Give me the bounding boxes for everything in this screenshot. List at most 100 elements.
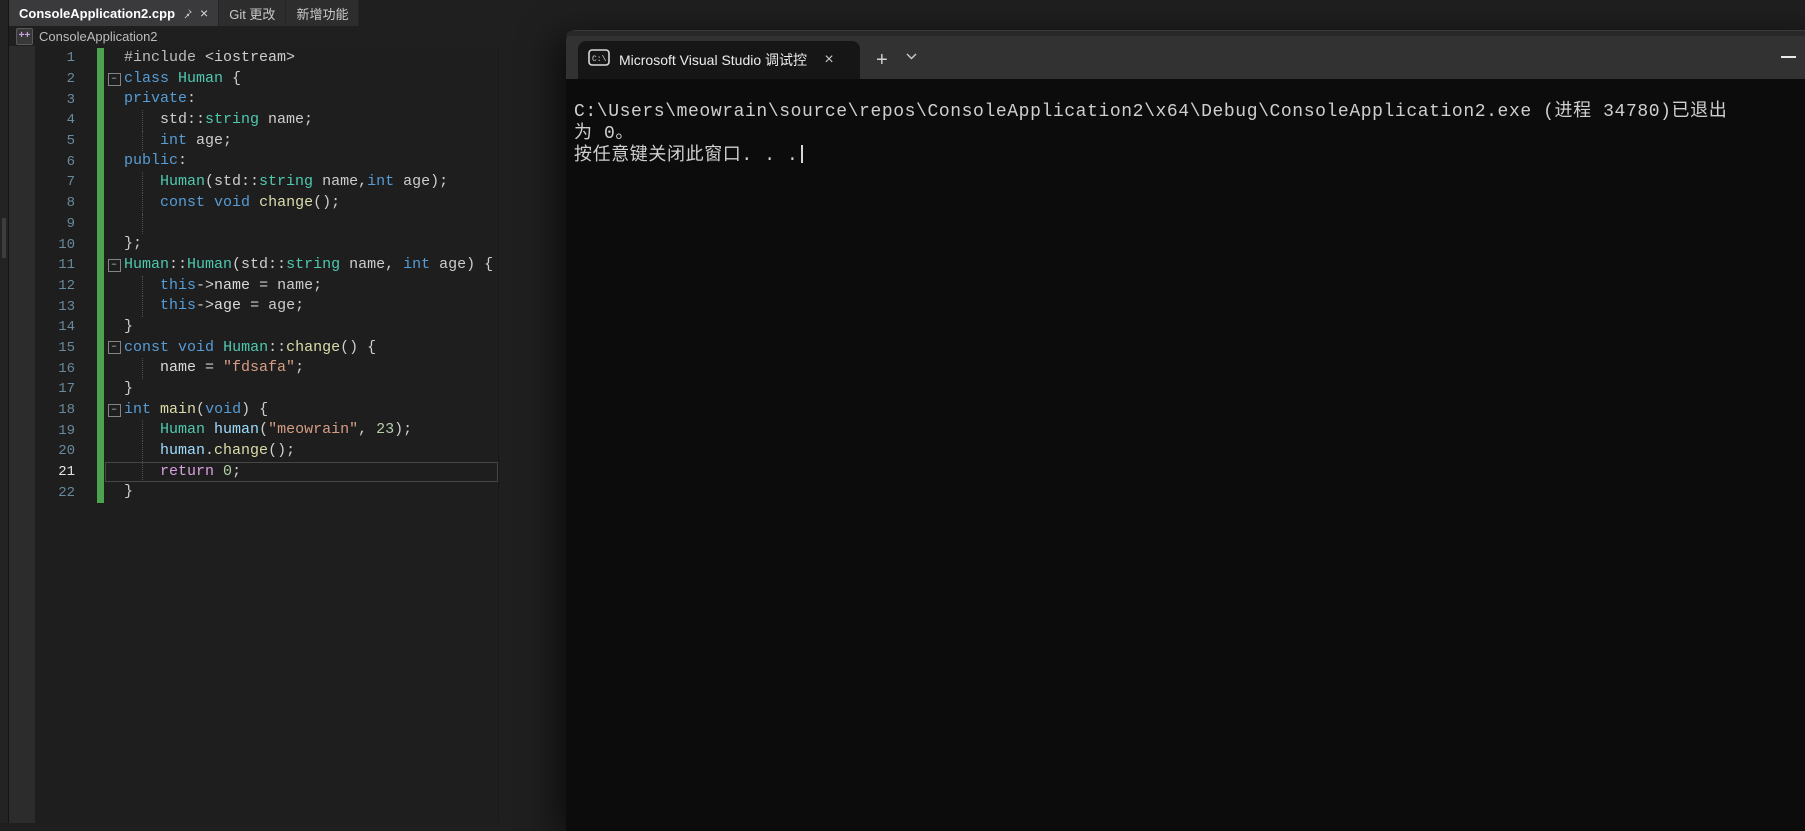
code-line[interactable]: 13 this->age = age; <box>9 296 498 317</box>
code-line[interactable]: 16 name = "fdsafa"; <box>9 358 498 379</box>
close-icon[interactable]: × <box>200 6 208 20</box>
line-number: 15 <box>9 340 75 356</box>
terminal-line: 按任意键关闭此窗口. . . <box>574 145 1805 167</box>
change-indicator <box>97 48 104 69</box>
line-number: 6 <box>9 154 75 170</box>
code-line[interactable]: 4 std::string name; <box>9 110 498 131</box>
change-indicator <box>97 131 104 152</box>
change-indicator <box>97 400 104 421</box>
code-text: class Human { <box>124 69 241 90</box>
indent-guide <box>142 276 143 297</box>
code-line[interactable]: 15 −const void Human::change() { <box>9 338 498 359</box>
line-number: 8 <box>9 195 75 211</box>
indent-guide <box>142 131 143 152</box>
minimize-button[interactable] <box>1781 52 1796 61</box>
line-number: 18 <box>9 402 75 418</box>
line-number: 7 <box>9 174 75 190</box>
fold-toggle[interactable]: − <box>104 73 124 86</box>
line-number: 13 <box>9 299 75 315</box>
scrollbar-thumb[interactable] <box>2 218 6 258</box>
chevron-down-icon[interactable] <box>906 47 917 65</box>
tab-label: Git 更改 <box>229 4 275 23</box>
line-number: 9 <box>9 216 75 232</box>
change-indicator <box>97 296 104 317</box>
code-line[interactable]: 19 Human human("meowrain", 23); <box>9 420 498 441</box>
code-line[interactable]: 18 −int main(void) { <box>9 400 498 421</box>
fold-collapse-icon[interactable]: − <box>108 73 121 86</box>
code-text: int main(void) { <box>124 400 268 421</box>
editor-minimap[interactable] <box>498 46 567 823</box>
new-tab-button[interactable]: + <box>876 50 888 70</box>
change-indicator <box>97 462 104 483</box>
line-number: 10 <box>9 237 75 253</box>
change-indicator <box>97 172 104 193</box>
fold-toggle[interactable]: − <box>104 404 124 417</box>
line-number: 4 <box>9 112 75 128</box>
line-number: 19 <box>9 423 75 439</box>
close-icon[interactable]: × <box>820 52 838 68</box>
code-line[interactable]: 7 Human(std::string name,int age); <box>9 172 498 193</box>
terminal-tab-title: Microsoft Visual Studio 调试控 <box>619 50 811 70</box>
indent-guide <box>142 358 143 379</box>
code-line[interactable]: 5 int age; <box>9 131 498 152</box>
fold-collapse-icon[interactable]: − <box>108 259 121 272</box>
terminal-window[interactable]: C:\ Microsoft Visual Studio 调试控 × + C:\U… <box>566 30 1805 831</box>
code-line[interactable]: 17} <box>9 379 498 400</box>
tab-label: ConsoleApplication2.cpp <box>19 6 175 21</box>
code-text: const void Human::change() { <box>124 338 376 359</box>
change-indicator <box>97 110 104 131</box>
code-line[interactable]: 1#include <iostream> <box>9 48 498 69</box>
code-text: } <box>124 379 133 400</box>
line-number: 22 <box>9 485 75 501</box>
change-indicator <box>97 420 104 441</box>
code-text: Human(std::string name,int age); <box>124 172 448 193</box>
code-text: public: <box>124 151 187 172</box>
tab-new-features[interactable]: 新增功能 <box>286 0 359 26</box>
code-text: this->name = name; <box>124 276 322 297</box>
code-line[interactable]: 8 const void change(); <box>9 193 498 214</box>
pin-icon[interactable] <box>182 8 193 19</box>
terminal-tab-debug-console[interactable]: C:\ Microsoft Visual Studio 调试控 × <box>578 41 860 79</box>
fold-toggle[interactable]: − <box>104 341 124 354</box>
fold-collapse-icon[interactable]: − <box>108 341 121 354</box>
indent-guide <box>142 441 143 462</box>
code-text: this->age = age; <box>124 296 304 317</box>
indent-guide <box>142 110 143 131</box>
line-number: 2 <box>9 71 75 87</box>
code-text: const void change(); <box>124 193 340 214</box>
terminal-tabbar: C:\ Microsoft Visual Studio 调试控 × + <box>566 31 1805 79</box>
change-indicator <box>97 358 104 379</box>
code-line[interactable]: 9 <box>9 214 498 235</box>
code-line[interactable]: 20 human.change(); <box>9 441 498 462</box>
code-line[interactable]: 14} <box>9 317 498 338</box>
tab-consoleapplication2-cpp[interactable]: ConsoleApplication2.cpp × <box>9 0 219 26</box>
code-line[interactable]: 10}; <box>9 234 498 255</box>
line-number: 21 <box>9 464 75 480</box>
code-line[interactable]: 2 −class Human { <box>9 69 498 90</box>
change-indicator <box>97 214 104 235</box>
line-number: 11 <box>9 257 75 273</box>
change-indicator <box>97 482 104 503</box>
tab-label: 新增功能 <box>296 4 348 23</box>
change-indicator <box>97 234 104 255</box>
code-line[interactable]: 22} <box>9 482 498 503</box>
code-text: } <box>124 317 133 338</box>
code-line[interactable]: 21 return 0; <box>9 462 498 483</box>
terminal-line: 为 0。 <box>574 123 1805 145</box>
svg-text:C:\: C:\ <box>592 55 607 64</box>
line-number: 16 <box>9 361 75 377</box>
code-text: #include <iostream> <box>124 48 295 69</box>
code-text: name = "fdsafa"; <box>124 358 304 379</box>
text-cursor <box>801 145 803 163</box>
tab-git-changes[interactable]: Git 更改 <box>219 0 286 26</box>
code-line[interactable]: 3private: <box>9 89 498 110</box>
code-line[interactable]: 12 this->name = name; <box>9 276 498 297</box>
code-line[interactable]: 11−Human::Human(std::string name, int ag… <box>9 255 498 276</box>
terminal-line: C:\Users\meowrain\source\repos\ConsoleAp… <box>574 101 1805 123</box>
breadcrumb-project[interactable]: ConsoleApplication2 <box>39 29 158 44</box>
change-indicator <box>97 276 104 297</box>
code-line[interactable]: 6 public: <box>9 151 498 172</box>
fold-collapse-icon[interactable]: − <box>108 404 121 417</box>
fold-toggle[interactable]: − <box>104 259 124 272</box>
indent-guide <box>142 462 143 483</box>
